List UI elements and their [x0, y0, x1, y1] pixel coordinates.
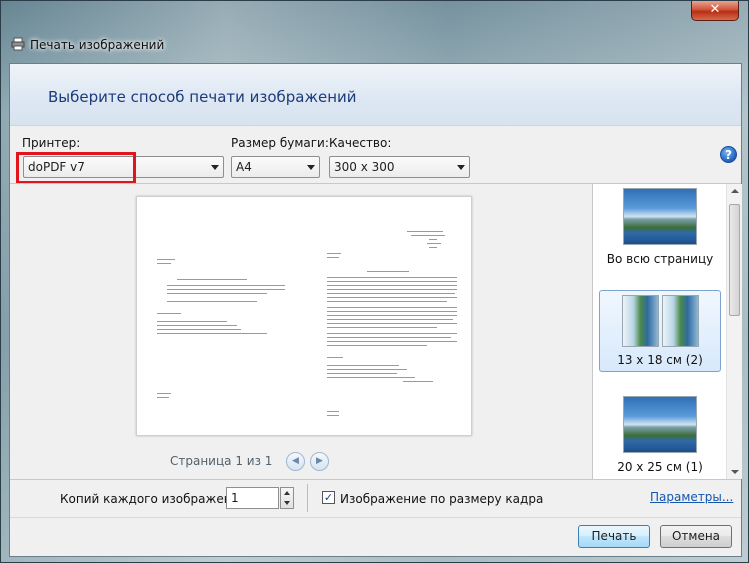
header-band: Выберите способ печати изображений: [10, 64, 741, 126]
copies-stepper[interactable]: [280, 487, 294, 509]
layout-label: 20 x 25 см (1): [617, 460, 703, 474]
layout-item-13x18[interactable]: 13 x 18 см (2): [599, 290, 721, 372]
cancel-button[interactable]: Отмена: [660, 525, 732, 548]
preview-area: Страница 1 из 1 ◀ ▶: [10, 184, 590, 479]
layout-thumbnail: [623, 188, 697, 245]
dialog-client-area: Выберите способ печати изображений Принт…: [9, 63, 742, 557]
layout-item-20x25[interactable]: 20 x 25 см (1): [599, 394, 721, 476]
layout-thumbnail: [622, 295, 659, 347]
stepper-down-icon[interactable]: [284, 501, 290, 505]
paper-size-value: A4: [236, 160, 252, 174]
scrollbar-thumb[interactable]: [729, 204, 740, 316]
arrow-left-icon: ◀: [292, 456, 299, 466]
arrow-right-icon: ▶: [316, 456, 323, 466]
paper-size-label: Размер бумаги:: [231, 136, 329, 150]
chevron-down-icon: [307, 165, 315, 170]
quality-value: 300 x 300: [334, 160, 395, 174]
title-bar: Печать изображений ✕: [1, 1, 748, 63]
printer-label: Принтер:: [22, 136, 81, 150]
options-link[interactable]: Параметры...: [650, 490, 733, 504]
bottom-bar: Копий каждого изображения: 1 ✓ Изображен…: [10, 480, 741, 558]
next-page-button[interactable]: ▶: [310, 452, 329, 471]
window-frame: Печать изображений ✕ Выберите способ печ…: [0, 0, 749, 563]
chevron-down-icon: [457, 165, 465, 170]
copies-label: Копий каждого изображения:: [60, 492, 251, 506]
print-button[interactable]: Печать: [578, 525, 650, 548]
scroll-up-icon[interactable]: [731, 189, 739, 193]
layout-item-full-page[interactable]: Во всю страницу: [599, 186, 721, 272]
layout-label: Во всю страницу: [606, 252, 714, 266]
printer-icon: [11, 37, 25, 51]
page-preview: [136, 196, 472, 436]
layout-thumbnail: [623, 396, 697, 453]
stepper-up-icon[interactable]: [284, 491, 290, 495]
layout-thumbnail: [662, 295, 699, 347]
paper-size-select[interactable]: A4: [231, 156, 320, 178]
divider: [10, 517, 741, 518]
quality-label: Качество:: [329, 136, 392, 150]
help-icon[interactable]: ?: [720, 146, 737, 163]
page-counter: Страница 1 из 1: [170, 454, 273, 468]
highlight-frame: [16, 152, 136, 184]
scroll-down-icon[interactable]: [731, 470, 739, 474]
close-button[interactable]: ✕: [691, 1, 739, 21]
layout-list[interactable]: Во всю страницу 13 x 18 см (2) 20 x 25 с…: [592, 184, 742, 479]
fit-to-frame-checkbox[interactable]: ✓: [322, 491, 335, 504]
layout-scrollbar[interactable]: [726, 184, 742, 479]
layout-label: 13 x 18 см (2): [617, 353, 703, 367]
chevron-down-icon: [211, 165, 219, 170]
window-title: Печать изображений: [30, 38, 165, 52]
fit-to-frame-label[interactable]: Изображение по размеру кадра: [340, 492, 543, 506]
previous-page-button[interactable]: ◀: [286, 452, 305, 471]
separator: [307, 484, 308, 512]
main-instruction: Выберите способ печати изображений: [48, 88, 357, 106]
copies-input[interactable]: 1: [226, 487, 279, 509]
quality-select[interactable]: 300 x 300: [329, 156, 470, 178]
